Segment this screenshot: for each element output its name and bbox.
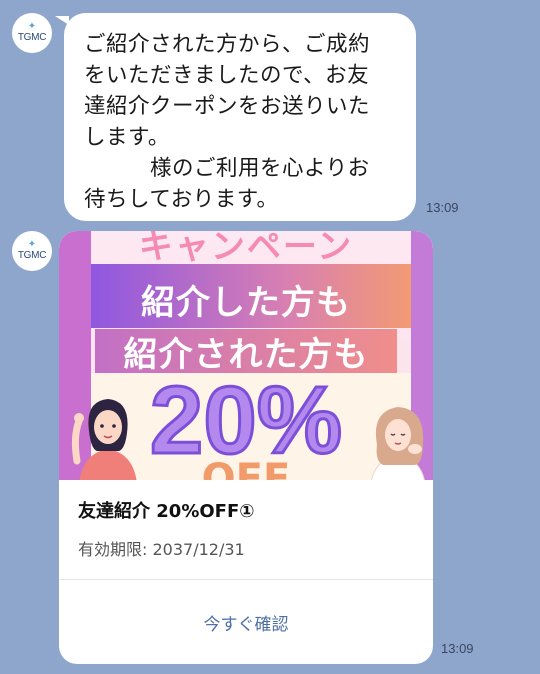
avatar-label: TGMC — [17, 32, 47, 43]
coupon-expiry: 有効期限: 2037/12/31 — [78, 540, 245, 559]
message-bubble[interactable]: ご紹介された方から、ご成約 をいただきましたので、お友 達紹介クーポンをお送りい… — [64, 13, 416, 221]
coupon-title: 友達紹介 20%OFF① — [78, 501, 255, 522]
coupon-banner-image[interactable]: キャンペーン 紹介した方も 紹介された方も 20% OFF — [59, 231, 433, 480]
woman-left-illustration — [71, 399, 137, 480]
confirm-now-button[interactable]: 今すぐ確認 — [59, 580, 433, 664]
sparkle-icon: ✦ — [27, 239, 37, 250]
message-timestamp: 13:09 — [426, 200, 459, 215]
avatar[interactable]: ✦ TGMC — [12, 231, 52, 271]
sparkle-icon: ✦ — [27, 21, 37, 32]
woman-right-illustration — [371, 407, 425, 480]
avatar[interactable]: ✦ TGMC — [12, 13, 52, 53]
message-text: ご紹介された方から、ご成約 をいただきましたので、お友 達紹介クーポンをお送りい… — [84, 32, 371, 212]
message-timestamp: 13:09 — [441, 641, 474, 656]
coupon-card[interactable]: キャンペーン 紹介した方も 紹介された方も 20% OFF 友達紹介 20%OF… — [59, 231, 433, 664]
banner-campaign-text: キャンペーン — [138, 231, 354, 267]
avatar-label: TGMC — [17, 250, 47, 261]
banner-line-1: 紹介した方も — [141, 283, 351, 323]
